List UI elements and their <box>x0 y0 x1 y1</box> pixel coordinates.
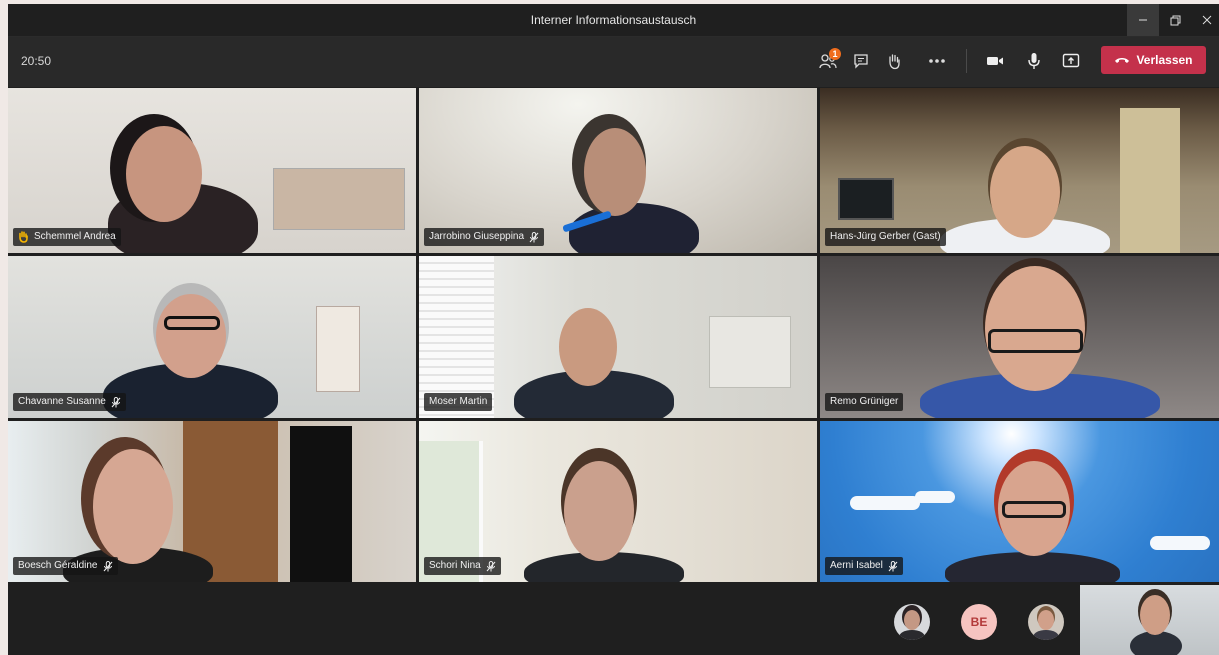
participant-head <box>559 308 617 386</box>
mic-muted-icon <box>529 231 539 242</box>
participant-name: Jarrobino Giuseppina <box>429 231 525 242</box>
share-screen-icon <box>1062 53 1080 68</box>
participant-head <box>584 128 646 216</box>
participant-label: Jarrobino Giuseppina <box>424 228 545 246</box>
glasses <box>164 316 220 330</box>
share-screen-button[interactable] <box>1056 45 1086 77</box>
raised-hand-icon <box>19 231 28 243</box>
video-tile[interactable]: Jarrobino Giuseppina <box>419 88 817 253</box>
video-grid: Schemmel Andrea Jarrobino Giuseppina Han… <box>8 88 1219 582</box>
leave-button[interactable]: Verlassen <box>1101 46 1206 74</box>
wall-map <box>273 168 405 230</box>
hang-up-icon <box>1115 58 1130 63</box>
camera-icon <box>987 57 1003 65</box>
participant-name: Chavanne Susanne <box>18 396 106 407</box>
participant-head <box>126 126 202 222</box>
video-tile[interactable]: Schori Nina <box>419 421 817 582</box>
participant-name: Remo Grüniger <box>830 396 899 407</box>
participant-name: Aerni Isabel <box>830 560 883 571</box>
microphone-button[interactable] <box>1019 45 1049 77</box>
glasses <box>1002 501 1066 518</box>
glasses <box>988 329 1083 353</box>
participant-name: Hans-Jürg Gerber (Gast) <box>830 231 941 242</box>
participant-head <box>564 461 634 561</box>
participant-head <box>156 294 226 378</box>
more-icon <box>929 59 945 63</box>
teams-meeting-window: Interner Informationsaustausch 20:50 1 V… <box>8 4 1219 655</box>
wall-calendar <box>316 306 360 392</box>
participant-head <box>93 449 173 564</box>
participant-avatar-initials[interactable]: BE <box>961 604 997 640</box>
cloud <box>915 491 955 503</box>
cloud <box>850 496 920 510</box>
video-tile[interactable]: Remo Grüniger <box>820 256 1219 418</box>
mic-muted-icon <box>111 396 121 407</box>
video-tile[interactable]: Moser Martin <box>419 256 817 418</box>
minimize-icon <box>1139 19 1147 21</box>
participants-badge: 1 <box>829 48 841 60</box>
video-tile[interactable]: Aerni Isabel <box>820 421 1219 582</box>
participant-avatar[interactable] <box>1028 604 1064 640</box>
participant-name: Moser Martin <box>429 396 488 407</box>
self-view-video[interactable] <box>1080 585 1219 655</box>
avatar-face <box>1038 610 1054 630</box>
maximize-icon <box>1170 15 1180 25</box>
chat-button[interactable] <box>846 45 876 77</box>
participant-label: Aerni Isabel <box>825 557 903 575</box>
participants-button[interactable]: 1 <box>813 45 843 77</box>
avatar-initials: BE <box>970 615 988 629</box>
wall-picture <box>838 178 894 220</box>
avatar-body <box>899 630 925 640</box>
participant-avatar[interactable] <box>894 604 930 640</box>
participant-label: Schemmel Andrea <box>13 228 121 246</box>
participant-head <box>990 146 1060 238</box>
participant-name: Schori Nina <box>429 560 481 571</box>
raise-hand-button[interactable] <box>879 45 909 77</box>
participant-label: Hans-Jürg Gerber (Gast) <box>825 228 946 246</box>
maximize-button[interactable] <box>1159 4 1191 36</box>
cloud <box>1150 536 1210 550</box>
leave-label: Verlassen <box>1136 53 1193 67</box>
video-tile[interactable]: Schemmel Andrea <box>8 88 416 253</box>
toolbar-divider <box>966 49 967 73</box>
more-actions-button[interactable] <box>922 45 952 77</box>
close-icon <box>1202 15 1212 25</box>
participant-label: Moser Martin <box>424 393 493 411</box>
mic-muted-icon <box>486 560 496 571</box>
close-button[interactable] <box>1191 4 1219 36</box>
window-title: Interner Informationsaustausch <box>530 13 697 27</box>
poster <box>290 426 352 582</box>
participant-label: Boesch Géraldine <box>13 557 118 575</box>
meeting-toolbar: 20:50 1 Verlassen <box>8 37 1219 87</box>
participant-name: Boesch Géraldine <box>18 560 98 571</box>
video-tile[interactable]: Chavanne Susanne <box>8 256 416 418</box>
video-tile[interactable]: Hans-Jürg Gerber (Gast) <box>820 88 1219 253</box>
mic-muted-icon <box>103 560 112 571</box>
avatar-face <box>904 610 920 630</box>
chat-icon <box>854 54 868 69</box>
participant-label: Chavanne Susanne <box>13 393 126 411</box>
bottom-participant-strip: BE <box>8 582 1219 655</box>
self-view-head <box>1140 595 1170 635</box>
wall-map <box>709 316 791 388</box>
avatar-body <box>1033 630 1059 640</box>
title-bar: Interner Informationsaustausch <box>8 4 1219 37</box>
raise-hand-icon <box>889 53 900 69</box>
video-tile[interactable]: Boesch Géraldine <box>8 421 416 582</box>
meeting-time: 20:50 <box>21 54 52 68</box>
participant-label: Remo Grüniger <box>825 393 904 411</box>
participant-label: Schori Nina <box>424 557 501 575</box>
minimize-button[interactable] <box>1127 4 1159 36</box>
bookshelf <box>1120 108 1180 253</box>
microphone-icon <box>1028 53 1040 69</box>
camera-button[interactable] <box>980 45 1010 77</box>
mic-muted-icon <box>888 560 898 571</box>
participant-name: Schemmel Andrea <box>34 231 116 242</box>
